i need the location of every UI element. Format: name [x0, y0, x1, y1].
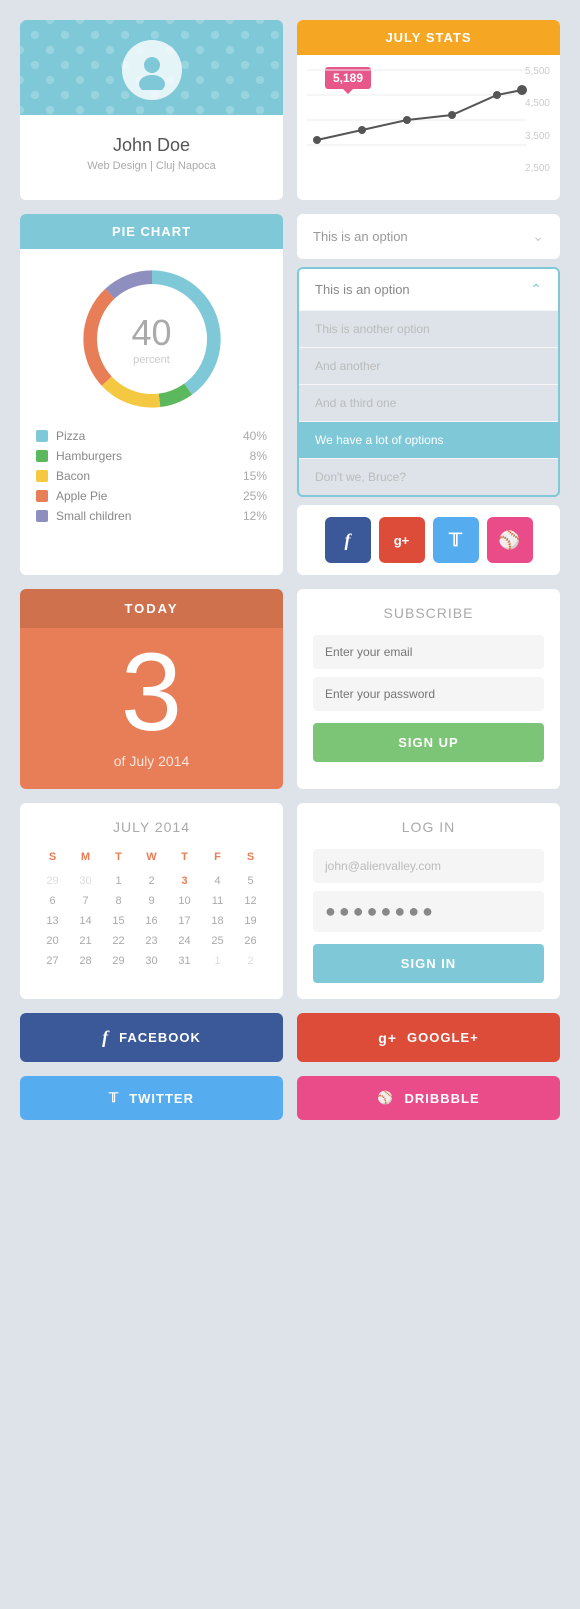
twitter-label: TWITTER — [129, 1091, 194, 1106]
pie-legend: Pizza 40% Hamburgers 8% Bacon 15% Apple … — [20, 429, 283, 545]
legend-dot-children — [36, 510, 48, 522]
dropdown-item-selected[interactable]: We have a lot of options — [299, 421, 558, 458]
twitter-small-button[interactable]: 𝕋 — [433, 517, 479, 563]
legend-dot-bacon — [36, 470, 48, 482]
facebook-small-button[interactable]: f — [325, 517, 371, 563]
avatar — [122, 40, 182, 100]
signup-button[interactable]: SIGN UP — [313, 723, 544, 762]
googleplus-button[interactable]: g+ GOOGLE+ — [297, 1013, 560, 1062]
twitter-icon: 𝕋 — [109, 1090, 119, 1106]
dropdown-item[interactable]: This is another option — [299, 310, 558, 347]
login-password-display: ●●●●●●●● — [313, 891, 544, 932]
legend-item: Apple Pie 25% — [36, 489, 267, 503]
pie-container: 40 percent — [20, 249, 283, 429]
donut-label: percent — [131, 354, 171, 366]
dribbble-icon: ⚾ — [377, 1090, 394, 1106]
facebook-label: FACEBOOK — [119, 1030, 201, 1045]
calendar-grid: 29 30 1 2 3 4 5 6 7 8 9 10 11 12 13 14 1… — [36, 871, 267, 971]
subscribe-title: SUBSCRIBE — [313, 605, 544, 621]
profile-name: John Doe — [20, 135, 283, 156]
dropdown-item[interactable]: And another — [299, 347, 558, 384]
login-title: LOG IN — [313, 819, 544, 835]
password-input[interactable] — [313, 677, 544, 711]
googleplus-icon: g+ — [378, 1030, 397, 1046]
today-sub: of July 2014 — [20, 753, 283, 789]
profile-card: John Doe Web Design | Cluj Napoca — [20, 20, 283, 200]
dropdown-closed-card: This is an option ⌄ — [297, 214, 560, 259]
calendar-card: JULY 2014 S M T W T F S 29 30 1 2 3 4 5 … — [20, 803, 283, 999]
legend-item: Hamburgers 8% — [36, 449, 267, 463]
login-email-input[interactable] — [313, 849, 544, 883]
chevron-up-icon: ⌃ — [530, 281, 542, 298]
legend-dot-hamburgers — [36, 450, 48, 462]
facebook-icon: f — [102, 1027, 109, 1048]
googleplus-small-button[interactable]: g+ — [379, 517, 425, 563]
dropdown-item[interactable]: Don't we, Bruce? — [299, 458, 558, 495]
stats-chart: 5,189 5,500 4,500 3,500 2,500 — [297, 55, 560, 185]
legend-item: Small children 12% — [36, 509, 267, 523]
login-card: LOG IN ●●●●●●●● SIGN IN — [297, 803, 560, 999]
facebook-button[interactable]: f FACEBOOK — [20, 1013, 283, 1062]
dribbble-small-button[interactable]: ⚾ — [487, 517, 533, 563]
legend-item: Bacon 15% — [36, 469, 267, 483]
donut-chart: 40 percent — [82, 269, 222, 409]
twitter-button[interactable]: 𝕋 TWITTER — [20, 1076, 283, 1120]
calendar-day-names: S M T W T F S — [36, 849, 267, 865]
stats-card: JULY STATS 5,189 5,500 4,500 3,500 2, — [297, 20, 560, 200]
legend-dot-pizza — [36, 430, 48, 442]
chart-labels: 5,500 4,500 3,500 2,500 — [525, 55, 550, 185]
signin-button[interactable]: SIGN IN — [313, 944, 544, 983]
pie-chart-card: PIE CHART 40 percent — [20, 214, 283, 575]
stats-title: JULY STATS — [297, 20, 560, 55]
legend-item: Pizza 40% — [36, 429, 267, 443]
today-number: 3 — [20, 628, 283, 753]
pie-chart-title: PIE CHART — [20, 214, 283, 249]
line-chart — [307, 60, 527, 170]
donut-value: 40 — [131, 312, 171, 354]
dropdown-open-card: This is an option ⌃ This is another opti… — [297, 267, 560, 497]
dropdown-open-header[interactable]: This is an option ⌃ — [299, 269, 558, 310]
legend-dot-applepie — [36, 490, 48, 502]
calendar-title: JULY 2014 — [36, 819, 267, 835]
googleplus-label: GOOGLE+ — [407, 1030, 479, 1045]
today-card: TODAY 3 of July 2014 — [20, 589, 283, 789]
dribbble-button[interactable]: ⚾ DRIBBBLE — [297, 1076, 560, 1120]
profile-header — [20, 20, 283, 115]
email-input[interactable] — [313, 635, 544, 669]
social-small-row: f g+ 𝕋 ⚾ — [297, 505, 560, 575]
dropdown-open-label: This is an option — [315, 282, 410, 297]
dropdown-item[interactable]: And a third one — [299, 384, 558, 421]
profile-subtitle: Web Design | Cluj Napoca — [20, 160, 283, 172]
dribbble-label: DRIBBBLE — [405, 1091, 480, 1106]
subscribe-card: SUBSCRIBE SIGN UP — [297, 589, 560, 789]
dropdown-closed[interactable]: This is an option ⌄ — [297, 214, 560, 259]
chevron-down-icon: ⌄ — [532, 228, 544, 245]
bottom-social-row: f FACEBOOK g+ GOOGLE+ 𝕋 TWITTER ⚾ DRIBBB… — [20, 1013, 560, 1120]
today-header: TODAY — [20, 589, 283, 628]
dropdown-closed-label: This is an option — [313, 229, 408, 244]
